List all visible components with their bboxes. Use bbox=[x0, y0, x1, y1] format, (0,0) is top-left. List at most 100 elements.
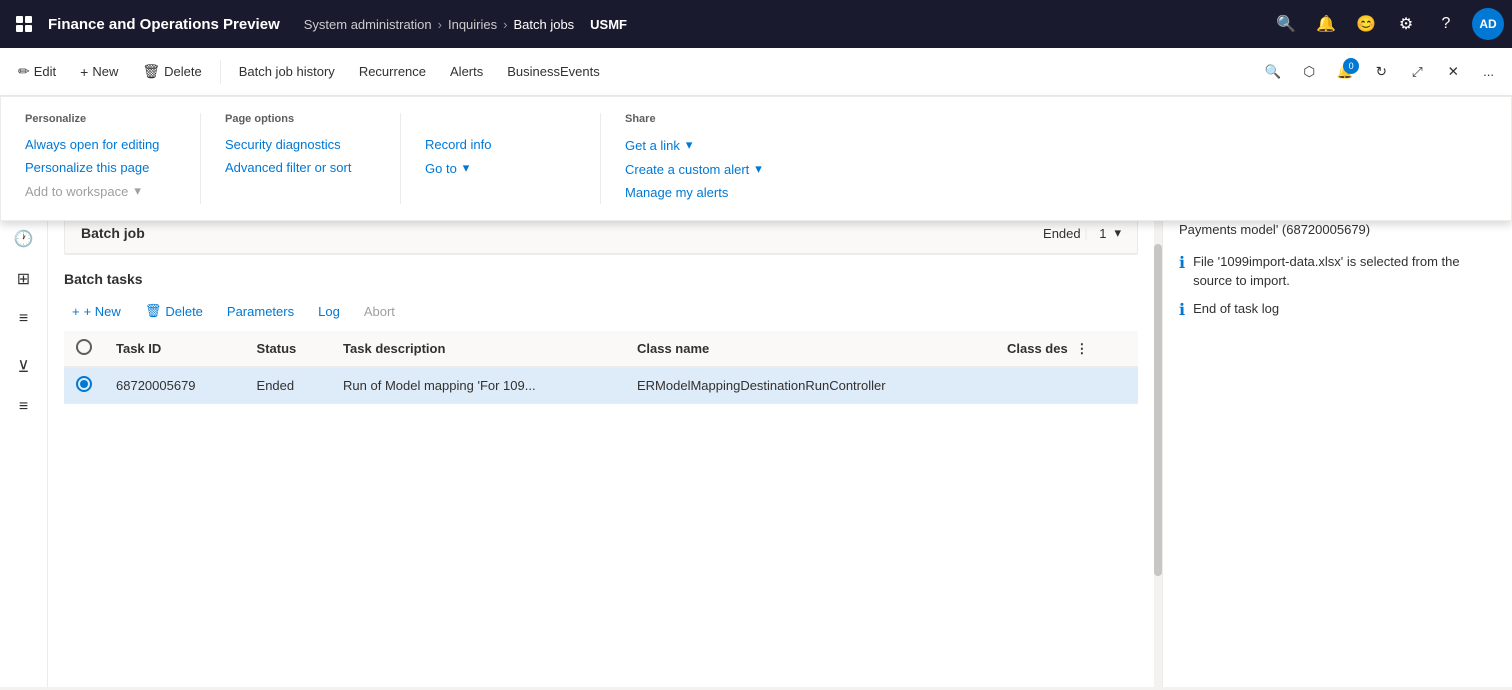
batch-tasks-title: Batch tasks bbox=[64, 271, 1138, 287]
tasks-table-header: Task ID Status Task description Class na… bbox=[64, 331, 1138, 367]
search-filter-button[interactable]: 🔍 bbox=[1257, 56, 1289, 88]
business-events-button[interactable]: BusinessEvents bbox=[497, 58, 610, 85]
add-workspace-item[interactable]: Add to workspace ▾ bbox=[25, 179, 176, 203]
record-info-item[interactable]: Record info bbox=[425, 133, 576, 156]
select-all-radio[interactable] bbox=[76, 339, 92, 355]
status-col: Status bbox=[245, 331, 332, 367]
share-title: Share bbox=[625, 113, 777, 125]
always-open-editing-item[interactable]: Always open for editing bbox=[25, 133, 176, 156]
class-name-cell: ERModelMappingDestinationRunController bbox=[625, 367, 995, 404]
edit-icon: ✏ bbox=[18, 63, 30, 80]
batch-job-status: Ended bbox=[1043, 226, 1081, 241]
tasks-new-button[interactable]: + + New bbox=[64, 300, 129, 323]
user-avatar[interactable]: AD bbox=[1472, 8, 1504, 40]
alerts-button[interactable]: Alerts bbox=[440, 58, 493, 85]
main-toolbar: ✏ Edit + New 🗑 Delete Batch job history … bbox=[0, 48, 1512, 96]
get-link-item[interactable]: Get a link ▾ bbox=[625, 133, 777, 157]
company-selector[interactable]: USMF bbox=[590, 17, 627, 32]
tasks-new-icon: + bbox=[72, 304, 80, 319]
toolbar-right: 🔍 ⬡ 0 🔔 ↻ ⤢ ✕ ... bbox=[1257, 56, 1504, 88]
refresh-button[interactable]: ↻ bbox=[1365, 56, 1397, 88]
search-icon[interactable]: 🔍 bbox=[1272, 10, 1300, 38]
row-radio-cell bbox=[64, 367, 104, 404]
app-title: Finance and Operations Preview bbox=[48, 16, 280, 33]
col-options-icon[interactable]: ⋮ bbox=[1075, 341, 1088, 356]
breadcrumb-item-2[interactable]: Inquiries bbox=[448, 17, 497, 32]
msg-icon-2: ℹ bbox=[1179, 300, 1185, 320]
scroll-thumb bbox=[1154, 244, 1162, 576]
message-item-1: ℹ File '1099import-data.xlsx' is selecte… bbox=[1179, 252, 1496, 291]
row-radio[interactable] bbox=[76, 376, 92, 392]
batch-tasks-toolbar: + + New 🗑 Delete Parameters Log Abort bbox=[64, 295, 1138, 331]
share-col: Share Get a link ▾ Create a custom alert… bbox=[601, 113, 801, 204]
tasks-delete-button[interactable]: 🗑 Delete bbox=[137, 299, 211, 323]
security-diagnostics-item[interactable]: Security diagnostics bbox=[225, 133, 376, 156]
task-id-cell: 68720005679 bbox=[104, 367, 245, 404]
msg-text-2: End of task log bbox=[1193, 299, 1279, 320]
tasks-log-button[interactable]: Log bbox=[310, 300, 348, 323]
top-nav-right: 🔍 🔔 😊 ⚙ ? AD bbox=[1272, 8, 1504, 40]
create-alert-chevron-icon: ▾ bbox=[755, 161, 762, 177]
help-icon[interactable]: ? bbox=[1432, 10, 1460, 38]
page-options-title: Page options bbox=[225, 113, 376, 125]
tasks-table: Task ID Status Task description Class na… bbox=[64, 331, 1138, 404]
batch-job-section-title: Batch job bbox=[81, 225, 1043, 241]
section-separator: | bbox=[1081, 226, 1092, 241]
task-desc-cell: Run of Model mapping 'For 109... bbox=[331, 367, 625, 404]
manage-alerts-item[interactable]: Manage my alerts bbox=[625, 181, 777, 204]
class-des-col: Class des ⋮ bbox=[995, 331, 1138, 367]
notifications-icon[interactable]: 🔔 bbox=[1312, 10, 1340, 38]
apps-button[interactable] bbox=[8, 8, 40, 40]
advanced-sort-item[interactable]: Advanced filter or sort bbox=[225, 156, 376, 179]
tasks-abort-button[interactable]: Abort bbox=[356, 300, 403, 323]
page-options-col: Page options Security diagnostics Advanc… bbox=[201, 113, 401, 204]
breadcrumb-item-1[interactable]: System administration bbox=[304, 17, 432, 32]
select-all-col bbox=[64, 331, 104, 367]
top-nav: Finance and Operations Preview System ad… bbox=[0, 0, 1512, 48]
new-button[interactable]: + New bbox=[70, 58, 128, 86]
recent-icon[interactable]: 🕐 bbox=[6, 221, 42, 257]
delete-button[interactable]: 🗑 Delete bbox=[132, 57, 211, 86]
go-to-chevron-icon: ▾ bbox=[463, 160, 470, 176]
feedback-icon[interactable]: 😊 bbox=[1352, 10, 1380, 38]
close-button[interactable]: ✕ bbox=[1437, 56, 1469, 88]
workspaces-icon[interactable]: ⊞ bbox=[6, 261, 42, 297]
section-toggle-icon[interactable]: ▾ bbox=[1114, 225, 1121, 241]
breadcrumb-chevron-1: › bbox=[438, 17, 442, 32]
tasks-parameters-button[interactable]: Parameters bbox=[219, 300, 302, 323]
batch-job-count: 1 bbox=[1099, 226, 1106, 241]
msg-icon-1: ℹ bbox=[1179, 253, 1185, 291]
record-col: Record info Go to ▾ bbox=[401, 113, 601, 204]
more-button[interactable]: ... bbox=[1473, 58, 1504, 85]
lines-icon[interactable]: ≡ bbox=[6, 389, 42, 425]
modules-icon[interactable]: ≡ bbox=[6, 301, 42, 337]
notifications-badge-button[interactable]: 0 🔔 bbox=[1329, 56, 1361, 88]
open-new-window-button[interactable]: ⤢ bbox=[1401, 56, 1433, 88]
batch-history-button[interactable]: Batch job history bbox=[229, 58, 345, 85]
header-row: Task ID Status Task description Class na… bbox=[64, 331, 1138, 367]
go-to-item[interactable]: Go to ▾ bbox=[425, 156, 576, 180]
table-row[interactable]: 68720005679 Ended Run of Model mapping '… bbox=[64, 367, 1138, 404]
tasks-table-container: Task ID Status Task description Class na… bbox=[64, 331, 1138, 404]
create-alert-item[interactable]: Create a custom alert ▾ bbox=[625, 157, 777, 181]
class-name-col: Class name bbox=[625, 331, 995, 367]
task-desc-col: Task description bbox=[331, 331, 625, 367]
status-cell: Ended bbox=[245, 367, 332, 404]
column-settings-button[interactable]: ⬡ bbox=[1293, 56, 1325, 88]
personalize-page-item[interactable]: Personalize this page bbox=[25, 156, 176, 179]
filter-icon[interactable]: ⊻ bbox=[6, 349, 42, 385]
task-id-col: Task ID bbox=[104, 331, 245, 367]
settings-icon[interactable]: ⚙ bbox=[1392, 10, 1420, 38]
breadcrumb-item-3[interactable]: Batch jobs bbox=[513, 17, 574, 32]
personalize-col: Personalize Always open for editing Pers… bbox=[1, 113, 201, 204]
message-item-2: ℹ End of task log bbox=[1179, 299, 1496, 320]
recurrence-button[interactable]: Recurrence bbox=[349, 58, 436, 85]
add-workspace-chevron-icon: ▾ bbox=[134, 183, 141, 199]
new-icon: + bbox=[80, 64, 88, 80]
edit-button[interactable]: ✏ Edit bbox=[8, 57, 66, 86]
personalize-title: Personalize bbox=[25, 113, 176, 125]
msg-text-1: File '1099import-data.xlsx' is selected … bbox=[1193, 252, 1496, 291]
tasks-delete-icon: 🗑 bbox=[145, 303, 162, 319]
get-link-chevron-icon: ▾ bbox=[686, 137, 693, 153]
class-des-cell bbox=[995, 367, 1138, 404]
